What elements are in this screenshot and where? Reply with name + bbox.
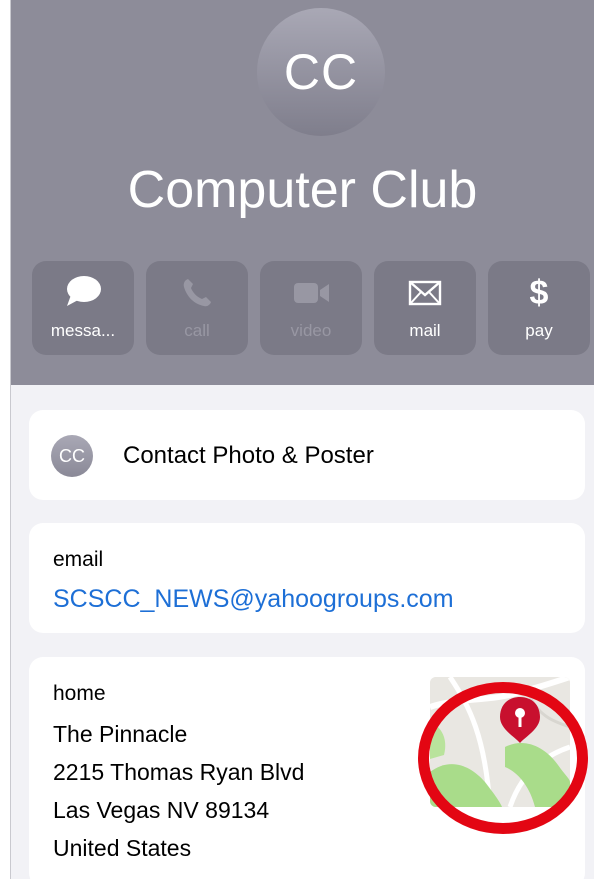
call-label: call (184, 321, 210, 340)
pay-button[interactable]: $ pay (488, 261, 590, 355)
address-label: home (53, 682, 106, 705)
mail-label: mail (409, 321, 441, 340)
contact-photo-poster-row[interactable]: CC Contact Photo & Poster (29, 410, 585, 500)
email-link[interactable]: SCSCC_NEWS@yahoogroups.com (53, 585, 454, 614)
video-camera-icon (260, 273, 362, 313)
avatar-initials: CC (283, 44, 359, 100)
contact-avatar[interactable]: CC (257, 8, 385, 136)
message-label: messa... (50, 321, 116, 340)
pay-label: pay (525, 321, 553, 340)
message-button[interactable]: messa... (32, 261, 134, 355)
envelope-icon (374, 273, 476, 313)
left-divider (0, 0, 11, 879)
red-annotation-circle (418, 682, 588, 834)
mini-avatar: CC (51, 435, 93, 477)
mail-button[interactable]: mail (374, 261, 476, 355)
phone-icon (146, 273, 248, 313)
contact-name: Computer Club (127, 161, 478, 219)
contact-photo-poster-label: Contact Photo & Poster (123, 442, 374, 469)
address-line-2[interactable]: 2215 Thomas Ryan Blvd (53, 759, 304, 786)
address-line-4[interactable]: United States (53, 835, 191, 862)
address-line-3[interactable]: Las Vegas NV 89134 (53, 797, 269, 824)
contact-card-screen: CC Computer Club messa... call video mai… (0, 0, 594, 879)
email-card: email SCSCC_NEWS@yahoogroups.com (29, 523, 585, 633)
contact-header: CC Computer Club messa... call video mai… (11, 0, 594, 385)
address-line-1[interactable]: The Pinnacle (53, 721, 187, 748)
email-label: email (53, 548, 104, 571)
video-label: video (290, 321, 332, 340)
mini-avatar-initials: CC (59, 445, 85, 466)
dollar-icon: $ (529, 273, 549, 312)
call-button[interactable]: call (146, 261, 248, 355)
video-button[interactable]: video (260, 261, 362, 355)
message-bubble-icon (32, 273, 134, 313)
